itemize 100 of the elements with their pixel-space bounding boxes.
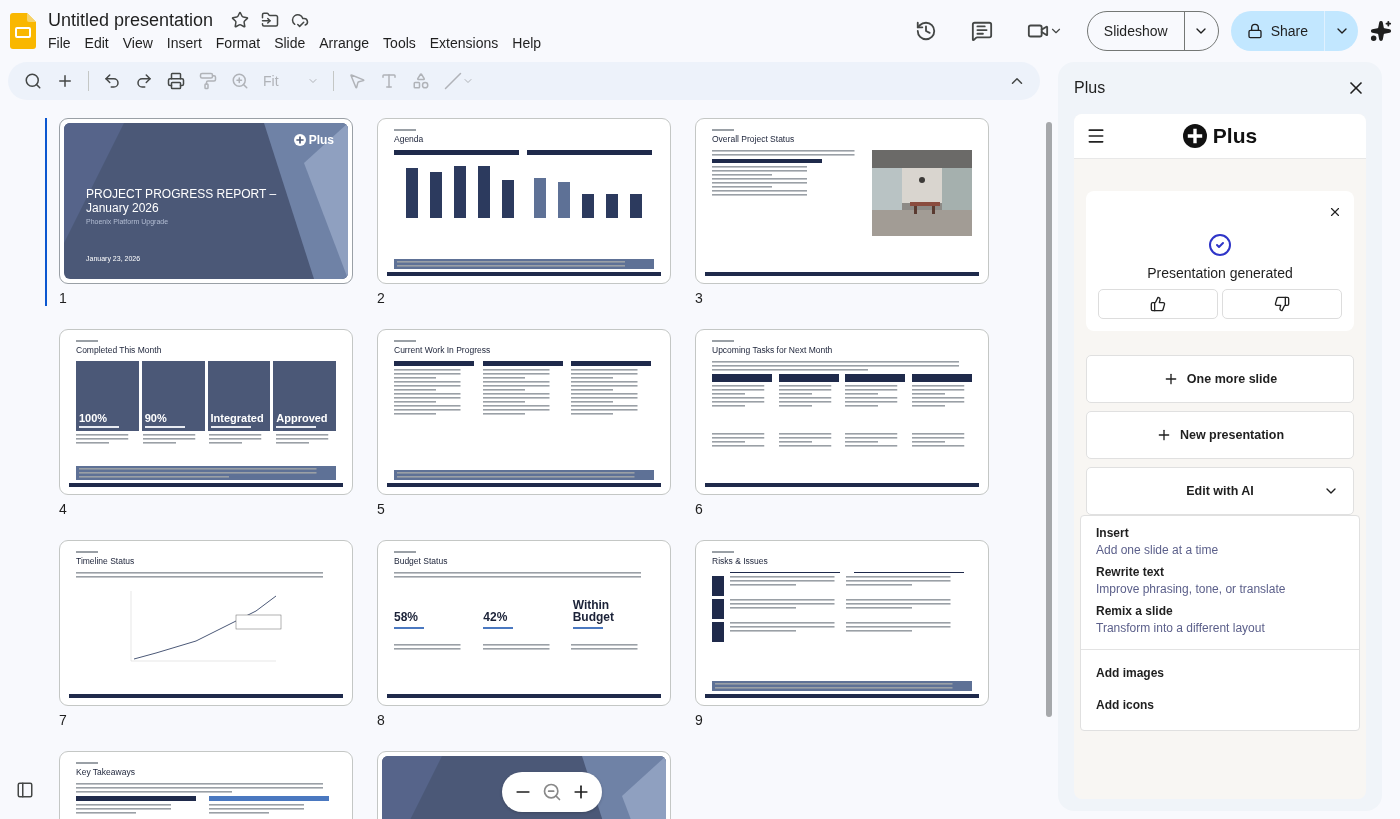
stat-value: 90% bbox=[144, 413, 168, 424]
slide-thumbnail[interactable]: Current Work In Progress bbox=[377, 329, 671, 495]
menu-item-description: Add one slide at a time bbox=[1096, 543, 1220, 557]
panel-title: Plus bbox=[1074, 79, 1106, 97]
slide-title: Budget Status bbox=[394, 556, 449, 566]
text-lines-drawing bbox=[778, 433, 834, 447]
text-lines-drawing bbox=[142, 434, 198, 444]
slide-thumbnail[interactable]: Key Takeaways bbox=[59, 751, 353, 819]
menu-item-title[interactable]: Insert bbox=[1096, 526, 1344, 540]
slide-thumbnail[interactable]: Upcoming Tasks for Next Month bbox=[695, 329, 989, 495]
text-lines-drawing bbox=[712, 385, 767, 407]
slide-thumbnail[interactable]: Risks & Issues bbox=[695, 540, 989, 706]
text-lines-drawing bbox=[845, 433, 900, 447]
header-bar-drawing bbox=[845, 374, 905, 382]
menu-item[interactable]: Insert bbox=[159, 32, 209, 53]
stat-value: 58% bbox=[394, 611, 420, 623]
brand-logo: Plus bbox=[293, 133, 334, 147]
chart-bar bbox=[558, 182, 570, 218]
menu-item[interactable]: Add images bbox=[1081, 658, 1359, 690]
action-button[interactable]: New presentation bbox=[1086, 411, 1354, 459]
menu-item-title[interactable]: Rewrite text bbox=[1096, 565, 1344, 579]
panel-toggle-icon[interactable] bbox=[16, 781, 34, 799]
slide-thumbnail[interactable]: Overall Project Status bbox=[695, 118, 989, 284]
zoom-out-icon[interactable] bbox=[542, 782, 562, 802]
slide-number: 2 bbox=[377, 290, 386, 306]
menu-item[interactable]: Edit bbox=[77, 32, 116, 53]
menu-item-description: Transform into a different layout bbox=[1096, 621, 1266, 635]
chart-bar bbox=[406, 168, 418, 218]
lock-icon bbox=[1246, 23, 1263, 39]
header-bar-drawing bbox=[712, 599, 724, 619]
slide-thumbnail[interactable]: Budget Status 58% 42% Within Budget bbox=[377, 540, 671, 706]
thumbs-up-button[interactable] bbox=[1098, 289, 1218, 319]
menu-item[interactable]: Extensions bbox=[422, 32, 506, 53]
text-lines-drawing bbox=[911, 385, 967, 407]
star-icon[interactable] bbox=[231, 11, 250, 29]
document-title[interactable]: Untitled presentation bbox=[48, 9, 214, 31]
menu-icon[interactable] bbox=[1086, 126, 1106, 146]
text-lines-drawing bbox=[911, 433, 967, 447]
slide-number: 5 bbox=[377, 501, 386, 517]
slide-thumbnail[interactable]: Timeline Status bbox=[59, 540, 353, 706]
thumbs-down-button[interactable] bbox=[1222, 289, 1342, 319]
action-button[interactable]: One more slide bbox=[1086, 355, 1354, 403]
slide-title: Current Work In Progress bbox=[394, 345, 492, 355]
scrollbar[interactable] bbox=[1046, 122, 1052, 717]
text-lines-drawing bbox=[394, 369, 464, 415]
header-bar-drawing bbox=[712, 622, 724, 642]
stat-value: Within Budget bbox=[572, 599, 615, 623]
menu-item[interactable]: Help bbox=[505, 32, 549, 53]
redo-icon[interactable] bbox=[135, 72, 153, 90]
menu-item[interactable]: Arrange bbox=[312, 32, 377, 53]
close-icon[interactable] bbox=[1328, 205, 1342, 219]
thumbs-down-icon bbox=[1274, 296, 1290, 312]
chart-bar bbox=[630, 194, 642, 218]
slide-title: Timeline Status bbox=[76, 556, 136, 566]
move-folder-icon[interactable] bbox=[261, 11, 280, 29]
slide-number: 3 bbox=[695, 290, 704, 306]
slide-title: Risks & Issues bbox=[712, 556, 769, 566]
slide-thumbnail[interactable]: Completed This Month 100% 90% Integrated Approved bbox=[59, 329, 353, 495]
menu-item[interactable]: Add icons bbox=[1081, 690, 1359, 722]
slide-title: Key Takeaways bbox=[76, 767, 136, 777]
menu-item[interactable]: Tools bbox=[376, 32, 423, 53]
callout-box bbox=[235, 614, 282, 630]
slides-logo-icon bbox=[10, 13, 36, 49]
search-icon[interactable] bbox=[24, 72, 42, 90]
cloud-check-icon[interactable] bbox=[291, 11, 310, 29]
plus-icon[interactable] bbox=[56, 72, 74, 90]
chart-bar bbox=[502, 180, 514, 218]
chart-bar bbox=[454, 166, 466, 218]
comment-icon[interactable] bbox=[970, 20, 993, 42]
undo-icon[interactable] bbox=[103, 72, 121, 90]
menu-item[interactable]: Slide bbox=[267, 32, 313, 53]
menu-item-title[interactable]: Remix a slide bbox=[1096, 604, 1344, 618]
menu-item[interactable]: Format bbox=[208, 32, 268, 53]
thumbs-up-icon bbox=[1150, 296, 1166, 312]
chart-bar bbox=[606, 194, 618, 218]
menu-item-description: Improve phrasing, tone, or translate bbox=[1096, 582, 1287, 596]
chart-bar bbox=[582, 194, 594, 218]
chart-bar bbox=[534, 178, 546, 218]
sparkle-icon[interactable] bbox=[1370, 20, 1392, 42]
header-bar-drawing bbox=[712, 374, 772, 382]
header-bar-drawing bbox=[911, 374, 972, 382]
slide-thumbnail[interactable]: Agenda bbox=[377, 118, 671, 284]
slide-title: Completed This Month bbox=[76, 345, 163, 355]
text-lines-drawing bbox=[482, 644, 553, 650]
menu-item[interactable]: File bbox=[41, 32, 78, 53]
text-lines-drawing bbox=[845, 385, 900, 407]
slide-title: Overall Project Status bbox=[712, 134, 796, 144]
slide-number: 1 bbox=[59, 290, 68, 306]
logo-icon bbox=[293, 134, 306, 146]
text-lines-drawing bbox=[712, 433, 767, 447]
dropdown-button[interactable]: Edit with AI bbox=[1086, 467, 1354, 515]
print-icon[interactable] bbox=[167, 72, 185, 90]
text-lines-drawing bbox=[394, 644, 464, 650]
menu-item[interactable]: View bbox=[115, 32, 160, 53]
slide-number: 7 bbox=[59, 712, 68, 728]
header-bar-drawing bbox=[712, 576, 724, 596]
history-icon[interactable] bbox=[914, 20, 937, 42]
text-lines-drawing bbox=[76, 434, 131, 444]
slide-number: 9 bbox=[695, 712, 704, 728]
stat-value: Approved bbox=[276, 413, 329, 424]
